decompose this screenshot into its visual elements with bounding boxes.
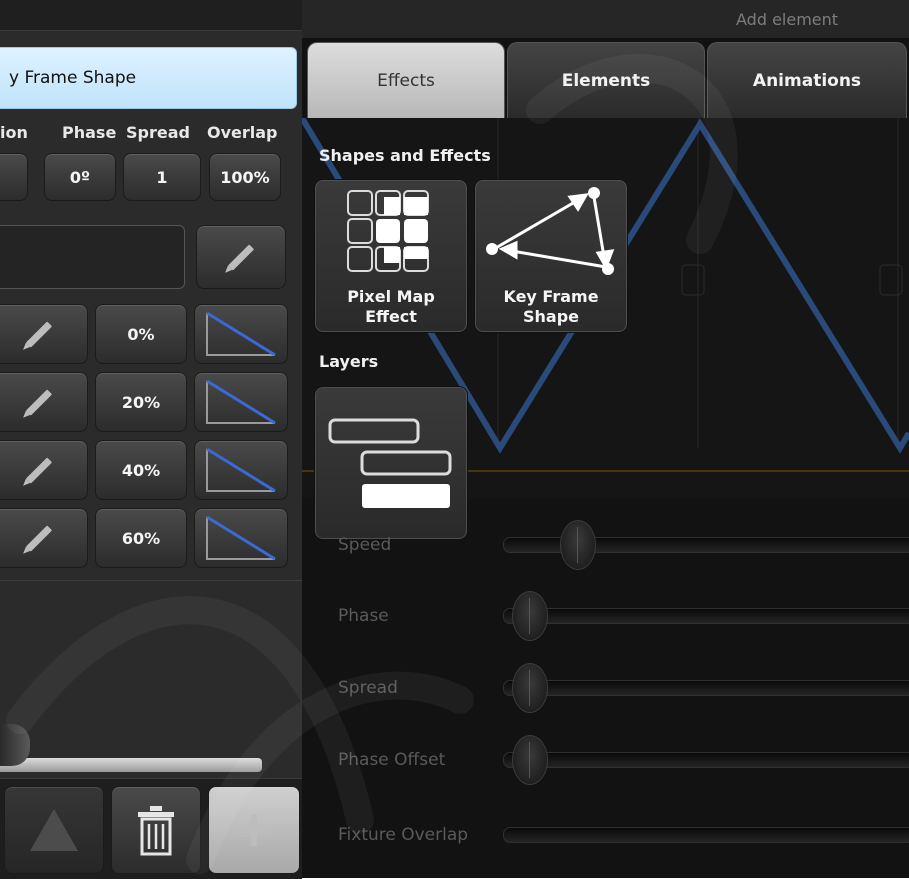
effect-name-field[interactable]: y Frame Shape xyxy=(0,47,297,109)
tab-animations[interactable]: Animations xyxy=(707,42,907,119)
row-2-edit-button[interactable] xyxy=(0,372,88,432)
ramp-curve-icon xyxy=(206,515,276,561)
row-1-percent-button[interactable]: 0% xyxy=(95,304,187,364)
pencil-icon xyxy=(25,524,53,552)
column-header-spread: Spread xyxy=(126,123,190,142)
phase-offset-label: Phase Offset xyxy=(338,750,446,770)
list-divider xyxy=(0,580,302,581)
trash-icon xyxy=(138,806,174,856)
spread-value-button[interactable]: 1 xyxy=(123,153,201,201)
phase-slider-track[interactable] xyxy=(503,608,909,624)
row-2-percent-button[interactable]: 20% xyxy=(95,372,187,432)
column-header-overlap: Overlap xyxy=(207,123,278,142)
row-1-percent: 0% xyxy=(127,324,155,344)
left-top-strip xyxy=(0,0,302,31)
pixel-map-effect-tile[interactable]: Pixel Map Effect xyxy=(315,180,467,332)
layers-title: Layers xyxy=(319,352,379,371)
pixel-map-effect-label: Pixel Map Effect xyxy=(347,287,435,326)
horizontal-scrollbar[interactable] xyxy=(0,758,262,772)
pencil-icon xyxy=(25,320,53,348)
pencil-icon xyxy=(25,456,53,484)
layers-tile[interactable] xyxy=(315,387,467,539)
tab-elements-label: Elements xyxy=(561,71,651,91)
row-4-ramp-button[interactable] xyxy=(194,508,288,568)
speed-slider-knob[interactable] xyxy=(560,520,596,570)
shapes-and-effects-title: Shapes and Effects xyxy=(319,146,491,165)
tab-elements[interactable]: Elements xyxy=(507,42,705,119)
row-1-ramp-button[interactable] xyxy=(194,304,288,364)
spread-label: Spread xyxy=(338,678,398,698)
triangle-up-icon xyxy=(30,809,78,851)
key-frame-shape-tile[interactable]: Key Frame Shape xyxy=(475,180,627,332)
pencil-icon xyxy=(227,243,255,271)
overlap-value: 100% xyxy=(220,167,270,187)
pencil-icon xyxy=(25,388,53,416)
phase-slider-knob[interactable] xyxy=(512,591,548,641)
add-button[interactable] xyxy=(208,786,300,874)
edit-button[interactable] xyxy=(196,225,286,289)
layers-icon xyxy=(328,418,452,508)
column-header-phase: Phase xyxy=(62,123,117,142)
pixel-map-icon xyxy=(347,190,429,272)
plus-icon xyxy=(238,814,270,846)
row-2-ramp-button[interactable] xyxy=(194,372,288,432)
row-2-percent: 20% xyxy=(121,392,161,412)
ramp-curve-icon xyxy=(206,447,276,493)
tab-effects[interactable]: Effects xyxy=(307,42,505,119)
row-3-ramp-button[interactable] xyxy=(194,440,288,500)
key-frame-shape-icon xyxy=(486,187,615,275)
ramp-curve-icon xyxy=(206,311,276,357)
delete-button[interactable] xyxy=(111,786,201,874)
spread-value: 1 xyxy=(156,167,168,187)
row-4-percent: 60% xyxy=(121,528,161,548)
duration-value-button[interactable] xyxy=(0,153,28,201)
overlap-value-button[interactable]: 100% xyxy=(209,153,281,201)
column-header-duration: ion xyxy=(0,123,28,142)
tab-animations-label: Animations xyxy=(752,71,862,91)
phase-value-button[interactable]: 0º xyxy=(44,153,116,201)
row-4-percent-button[interactable]: 60% xyxy=(95,508,187,568)
row-3-percent-button[interactable]: 40% xyxy=(95,440,187,500)
phase-offset-slider-knob[interactable] xyxy=(512,735,548,785)
fixture-overlap-label: Fixture Overlap xyxy=(338,825,469,845)
phase-offset-slider-track[interactable] xyxy=(503,752,909,768)
add-element-title: Add element xyxy=(736,10,839,29)
row-3-percent: 40% xyxy=(121,460,161,480)
move-up-button[interactable] xyxy=(4,786,104,874)
text-field[interactable] xyxy=(0,225,185,289)
row-1-edit-button[interactable] xyxy=(0,304,88,364)
tab-effects-label: Effects xyxy=(377,71,435,91)
phase-value: 0º xyxy=(69,167,91,187)
spread-slider-track[interactable] xyxy=(503,680,909,696)
scrollbar-thumb[interactable] xyxy=(0,724,30,766)
row-4-edit-button[interactable] xyxy=(0,508,88,568)
row-3-edit-button[interactable] xyxy=(0,440,88,500)
ramp-curve-icon xyxy=(206,379,276,425)
speed-label: Speed xyxy=(338,535,392,555)
key-frame-shape-label: Key Frame Shape xyxy=(503,287,599,326)
fixture-overlap-slider-track[interactable] xyxy=(503,827,909,843)
phase-label: Phase xyxy=(338,606,389,626)
spread-slider-knob[interactable] xyxy=(512,663,548,713)
